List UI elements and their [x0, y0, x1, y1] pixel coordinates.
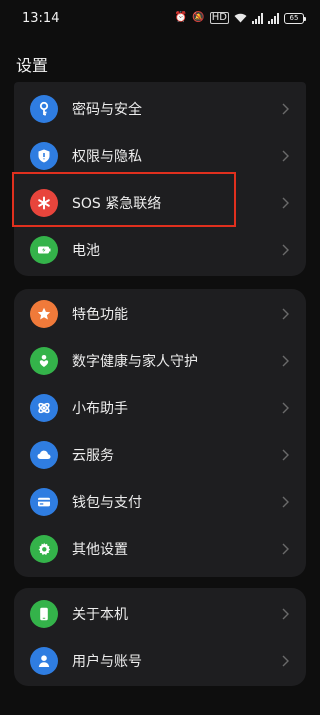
item-label: 密码与安全: [72, 102, 142, 118]
settings-item-cloud-service[interactable]: 云服务: [14, 432, 306, 478]
shield-icon: [30, 142, 58, 170]
chevron-right-icon: [282, 355, 289, 367]
wallet-icon: [30, 488, 58, 516]
signal-icon: [252, 12, 263, 24]
chevron-right-icon: [282, 150, 289, 162]
chevron-right-icon: [282, 608, 289, 620]
chevron-right-icon: [282, 449, 289, 461]
hd-icon: HD: [209, 12, 229, 24]
chevron-right-icon: [282, 197, 289, 209]
chevron-right-icon: [282, 103, 289, 115]
settings-item-about-phone[interactable]: 关于本机: [14, 591, 306, 637]
user-icon: [30, 647, 58, 675]
item-label: 权限与隐私: [72, 149, 142, 165]
settings-item-special-features[interactable]: 特色功能: [14, 291, 306, 337]
chevron-right-icon: [282, 496, 289, 508]
phone-icon: [30, 600, 58, 628]
page-title: 设置: [16, 56, 49, 75]
item-label: 钱包与支付: [72, 495, 142, 511]
settings-item-wallet-payment[interactable]: 钱包与支付: [14, 479, 306, 525]
cloud-icon: [30, 441, 58, 469]
mute-icon: 🔕: [192, 12, 205, 23]
family-heart-icon: [30, 347, 58, 375]
battery-status-icon: 65: [284, 12, 306, 24]
wifi-icon: [234, 13, 247, 23]
assistant-icon: [30, 394, 58, 422]
key-icon: [30, 95, 58, 123]
item-label: 用户与账号: [72, 654, 142, 670]
sos-highlight-annotation: [12, 172, 236, 227]
chevron-right-icon: [282, 655, 289, 667]
item-label: 关于本机: [72, 607, 128, 623]
star-icon: [30, 300, 58, 328]
settings-item-breeno-assistant[interactable]: 小布助手: [14, 385, 306, 431]
status-icons: ⏰ 🔕 HD 65: [174, 12, 306, 24]
status-time: 13:14: [22, 10, 60, 26]
settings-group-3: 关于本机 用户与账号: [14, 588, 306, 686]
chevron-right-icon: [282, 308, 289, 320]
gear-icon: [30, 535, 58, 563]
settings-item-battery[interactable]: 电池: [14, 227, 306, 273]
chevron-right-icon: [282, 402, 289, 414]
item-label: 特色功能: [72, 307, 128, 323]
signal-icon-2: [268, 12, 279, 24]
battery-icon: [30, 236, 58, 264]
settings-item-other-settings[interactable]: 其他设置: [14, 526, 306, 572]
status-bar: 13:14 ⏰ 🔕 HD 65: [0, 0, 320, 36]
item-label: 小布助手: [72, 401, 128, 417]
settings-group-2: 特色功能 数字健康与家人守护 小布助手 云服务 钱包与支付 其他设置: [14, 289, 306, 577]
alarm-icon: ⏰: [174, 12, 188, 23]
settings-item-digital-wellbeing[interactable]: 数字健康与家人守护: [14, 338, 306, 384]
item-label: 其他设置: [72, 542, 128, 558]
settings-item-password-security[interactable]: 密码与安全: [14, 86, 306, 132]
settings-item-users-accounts[interactable]: 用户与账号: [14, 638, 306, 684]
item-label: 云服务: [72, 448, 114, 464]
item-label: 电池: [72, 243, 100, 259]
chevron-right-icon: [282, 543, 289, 555]
chevron-right-icon: [282, 244, 289, 256]
item-label: 数字健康与家人守护: [72, 354, 198, 370]
